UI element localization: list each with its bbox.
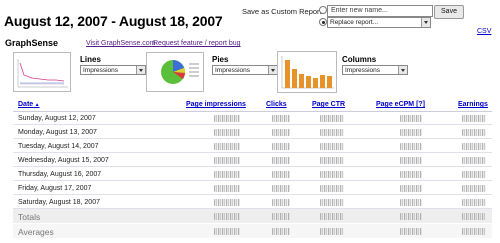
obscured-value-cell xyxy=(272,143,290,150)
obscured-value-cell xyxy=(272,129,290,136)
row-date: Sunday, August 12, 2007 xyxy=(18,115,96,122)
obscured-value-cell xyxy=(462,115,486,122)
column-header-page-ecpm[interactable]: Page eCPM [?] xyxy=(376,101,425,108)
obscured-value-cell xyxy=(400,228,422,235)
save-button[interactable]: Save xyxy=(434,5,464,19)
obscured-value-cell xyxy=(272,213,290,220)
date-range-title: August 12, 2007 - August 18, 2007 xyxy=(4,13,223,29)
obscured-value-cell xyxy=(272,228,290,235)
graphsense-title: GraphSense xyxy=(5,38,59,48)
pies-metric-select[interactable]: Impressions xyxy=(212,65,278,75)
obscured-value-cell xyxy=(320,157,344,164)
obscured-value-cell xyxy=(320,171,344,178)
row-date: Friday, August 17, 2007 xyxy=(18,185,92,192)
obscured-value-cell xyxy=(400,129,422,136)
obscured-value-cell xyxy=(214,157,240,164)
obscured-value-cell xyxy=(320,129,344,136)
save-custom-report-label: Save as Custom Report: xyxy=(242,7,324,16)
obscured-value-cell xyxy=(214,129,240,136)
chevron-down-icon xyxy=(268,66,277,74)
chevron-down-icon xyxy=(421,18,430,27)
obscured-value-cell xyxy=(400,185,422,192)
averages-label: Averages xyxy=(18,227,54,237)
obscured-value-cell xyxy=(400,213,422,220)
obscured-value-cell xyxy=(320,143,344,150)
columns-metric-select[interactable]: Impressions xyxy=(342,65,408,75)
obscured-value-cell xyxy=(462,157,486,164)
obscured-value-cell xyxy=(214,171,240,178)
obscured-value-cell xyxy=(272,185,290,192)
obscured-value-cell xyxy=(214,115,240,122)
obscured-value-cell xyxy=(462,185,486,192)
obscured-value-cell xyxy=(462,213,486,220)
chevron-down-icon xyxy=(398,66,407,74)
pies-label: Pies xyxy=(212,55,229,64)
bar-chart-icon xyxy=(281,56,334,89)
line-chart-icon xyxy=(17,59,68,88)
pie-chart-icon xyxy=(161,60,199,84)
obscured-value-cell xyxy=(272,171,290,178)
column-header-page-impressions[interactable]: Page impressions xyxy=(186,101,246,108)
obscured-value-cell xyxy=(320,213,344,220)
column-header-page-ctr[interactable]: Page CTR xyxy=(312,101,345,108)
obscured-value-cell xyxy=(462,129,486,136)
totals-label: Totals xyxy=(18,212,41,222)
csv-link[interactable]: CSV xyxy=(477,28,491,35)
obscured-value-cell xyxy=(214,228,240,235)
columns-chart-thumbnail[interactable] xyxy=(277,51,337,93)
obscured-value-cell xyxy=(214,185,240,192)
columns-label: Columns xyxy=(342,55,377,64)
obscured-value-cell xyxy=(400,199,422,206)
column-header-earnings[interactable]: Earnings xyxy=(458,101,488,108)
obscured-value-cell xyxy=(462,199,486,206)
lines-chart-thumbnail[interactable] xyxy=(13,52,71,92)
row-date: Tuesday, August 14, 2007 xyxy=(18,143,99,150)
obscured-value-cell xyxy=(400,171,422,178)
pies-metric-value: Impressions xyxy=(215,67,251,74)
obscured-value-cell xyxy=(272,199,290,206)
obscured-value-cell xyxy=(462,171,486,178)
lines-metric-value: Impressions xyxy=(83,67,119,74)
replace-report-select[interactable]: Replace report... xyxy=(327,17,431,28)
lines-label: Lines xyxy=(80,55,101,64)
request-feature-link[interactable]: Request feature / report bug xyxy=(153,40,241,47)
obscured-value-cell xyxy=(214,213,240,220)
columns-metric-value: Impressions xyxy=(345,67,381,74)
obscured-value-cell xyxy=(214,199,240,206)
row-date: Wednesday, August 15, 2007 xyxy=(18,157,109,164)
replace-report-value: Replace report... xyxy=(330,19,379,26)
obscured-value-cell xyxy=(400,143,422,150)
row-date: Saturday, August 18, 2007 xyxy=(18,199,100,206)
obscured-value-cell xyxy=(214,143,240,150)
obscured-value-cell xyxy=(462,228,486,235)
report-name-input[interactable]: Enter new name... xyxy=(327,5,433,17)
visit-graphsense-link[interactable]: Visit GraphSense.com xyxy=(86,40,156,47)
obscured-value-cell xyxy=(320,228,344,235)
obscured-value-cell xyxy=(320,199,344,206)
obscured-value-cell xyxy=(320,185,344,192)
obscured-value-cell xyxy=(400,115,422,122)
chevron-down-icon xyxy=(136,66,145,74)
row-date: Monday, August 13, 2007 xyxy=(18,129,97,136)
pies-chart-thumbnail[interactable] xyxy=(146,52,204,92)
column-header-date[interactable]: Date xyxy=(18,101,40,108)
replace-report-radio[interactable] xyxy=(319,18,327,26)
obscured-value-cell xyxy=(400,157,422,164)
new-report-radio[interactable] xyxy=(319,6,327,14)
obscured-value-cell xyxy=(272,157,290,164)
obscured-value-cell xyxy=(272,115,290,122)
lines-metric-select[interactable]: Impressions xyxy=(80,65,146,75)
obscured-value-cell xyxy=(320,115,344,122)
obscured-value-cell xyxy=(462,143,486,150)
column-header-clicks[interactable]: Clicks xyxy=(266,101,287,108)
row-date: Thursday, August 16, 2007 xyxy=(18,171,102,178)
